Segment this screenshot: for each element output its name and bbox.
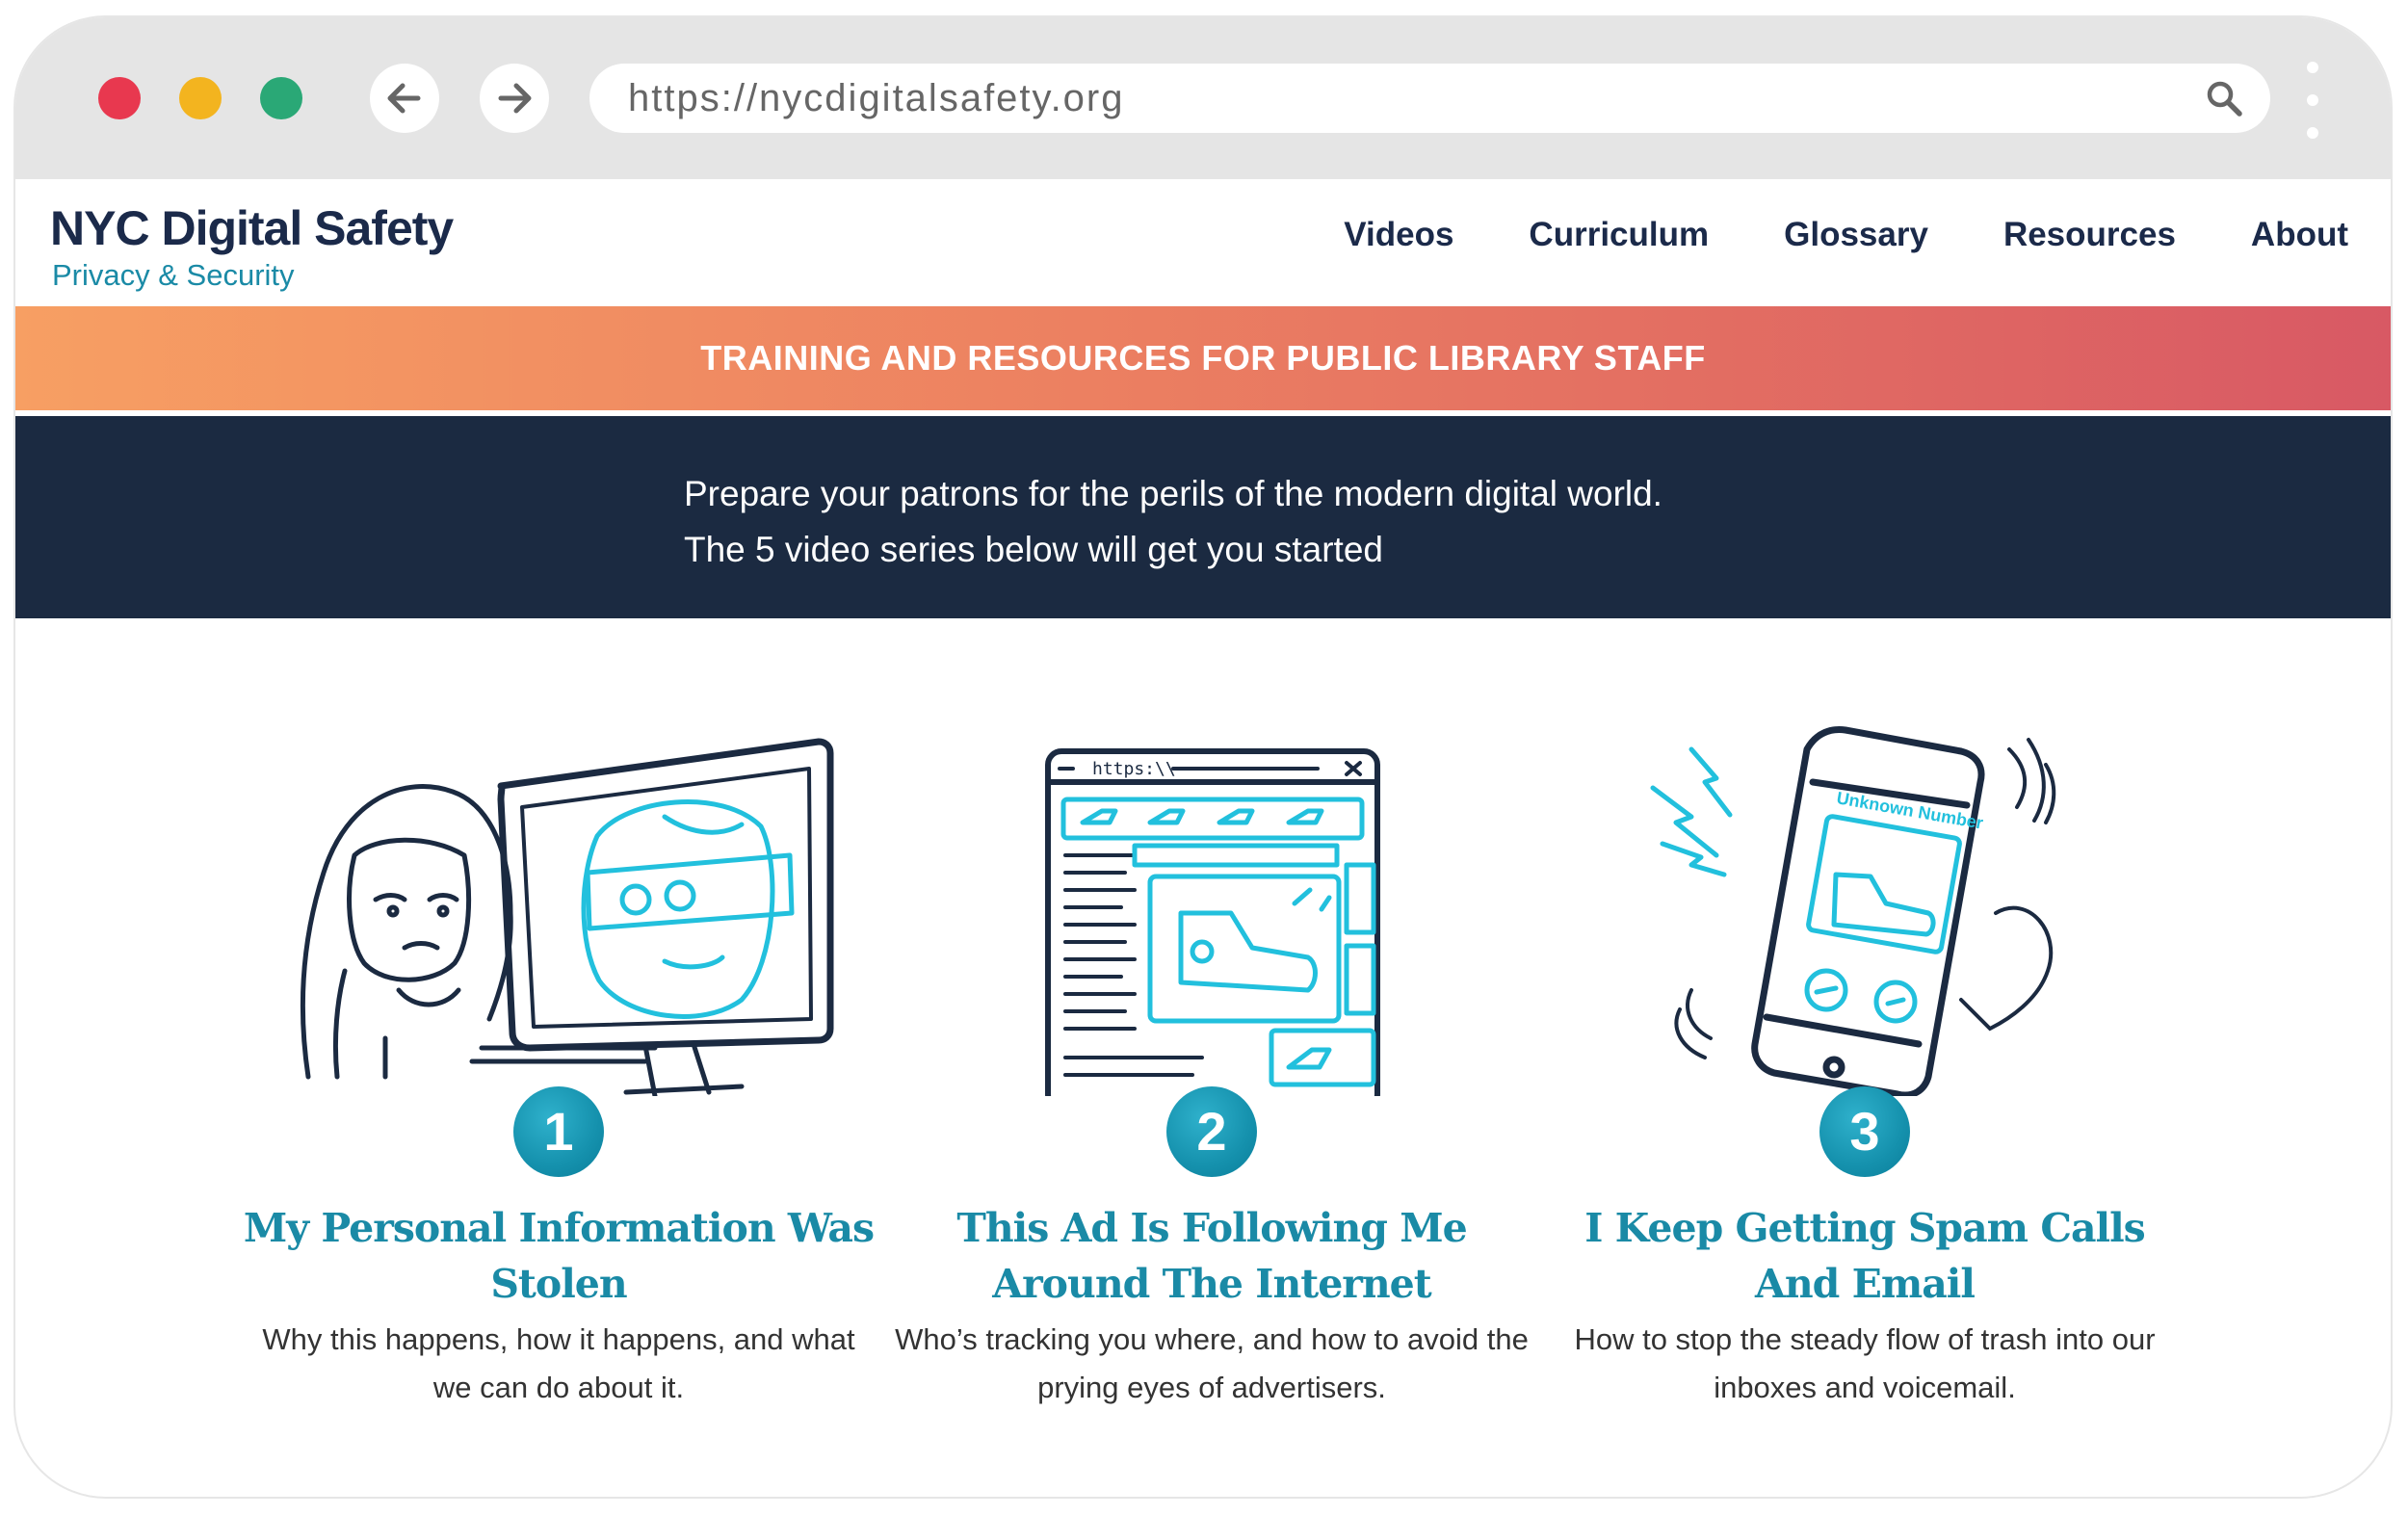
nav-item-videos[interactable]: Videos [1344, 216, 1453, 254]
maximize-window-button[interactable] [260, 77, 302, 119]
hero-text: Prepare your patrons for the perils of t… [684, 466, 1662, 578]
card-description: Why this happens, how it happens, and wh… [262, 1322, 855, 1404]
card-description: How to stop the steady flow of trash int… [1574, 1322, 2156, 1404]
arrow-right-icon [498, 83, 532, 114]
banner-text: TRAINING AND RESOURCES FOR PUBLIC LIBRAR… [700, 338, 1706, 378]
card-description: Who’s tracking you where, and how to avo… [895, 1322, 1529, 1404]
search-icon[interactable] [2205, 79, 2243, 118]
close-window-button[interactable] [98, 77, 141, 119]
address-bar[interactable]: https://nycdigitalsafety.org [589, 64, 2270, 133]
hero-line-2: The 5 video series below will get you st… [684, 530, 1383, 569]
hero-section: Prepare your patrons for the perils of t… [15, 416, 2391, 618]
video-card-1[interactable]: 1 My Personal Information Was Stolen Why… [241, 711, 877, 1404]
card-number-badge: 2 [1166, 1086, 1257, 1177]
address-bar-url: https://nycdigitalsafety.org [628, 77, 1125, 119]
site-logo-subtitle: Privacy & Security [52, 258, 295, 292]
main-navigation: Videos Curriculum Glossary Resources Abo… [1344, 216, 2348, 254]
nav-item-resources[interactable]: Resources [2003, 216, 2176, 254]
minimize-window-button[interactable] [179, 77, 222, 119]
card-title[interactable]: This Ad Is Following Me Around The Inter… [894, 1200, 1530, 1312]
spam-call-illustration: Unknown Number [1650, 726, 2056, 1096]
nav-item-glossary[interactable]: Glossary [1784, 216, 1928, 254]
forward-button[interactable] [480, 64, 549, 133]
more-options-icon[interactable] [2298, 62, 2327, 139]
illustration-url-text: https:\\ [1092, 759, 1176, 779]
site-logo-title[interactable]: NYC Digital Safety [50, 200, 454, 256]
arrow-left-icon [387, 83, 421, 114]
browser-toolbar: https://nycdigitalsafety.org [15, 17, 2391, 179]
card-title[interactable]: I Keep Getting Spam Calls And Email [1547, 1200, 2183, 1312]
card-number-badge: 3 [1819, 1086, 1910, 1177]
card-number-badge: 1 [513, 1086, 604, 1177]
card-title[interactable]: My Personal Information Was Stolen [241, 1200, 877, 1312]
video-card-2[interactable]: https:\\ 2 This Ad Is Following Me Aroun… [894, 711, 1530, 1404]
video-card-3[interactable]: Unknown Number 3 I Keep Getting Spam Cal… [1547, 711, 2183, 1404]
stolen-identity-illustration [300, 738, 834, 1096]
nav-item-about[interactable]: About [2251, 216, 2348, 254]
ad-tracking-illustration: https:\\ [1045, 748, 1380, 1096]
hero-line-1: Prepare your patrons for the perils of t… [684, 474, 1662, 513]
back-button[interactable] [370, 64, 439, 133]
nav-item-curriculum[interactable]: Curriculum [1529, 216, 1709, 254]
site-header: NYC Digital Safety Privacy & Security Vi… [15, 179, 2391, 306]
announcement-banner: TRAINING AND RESOURCES FOR PUBLIC LIBRAR… [15, 306, 2391, 410]
browser-window: https://nycdigitalsafety.org NYC Digital… [13, 15, 2393, 1499]
